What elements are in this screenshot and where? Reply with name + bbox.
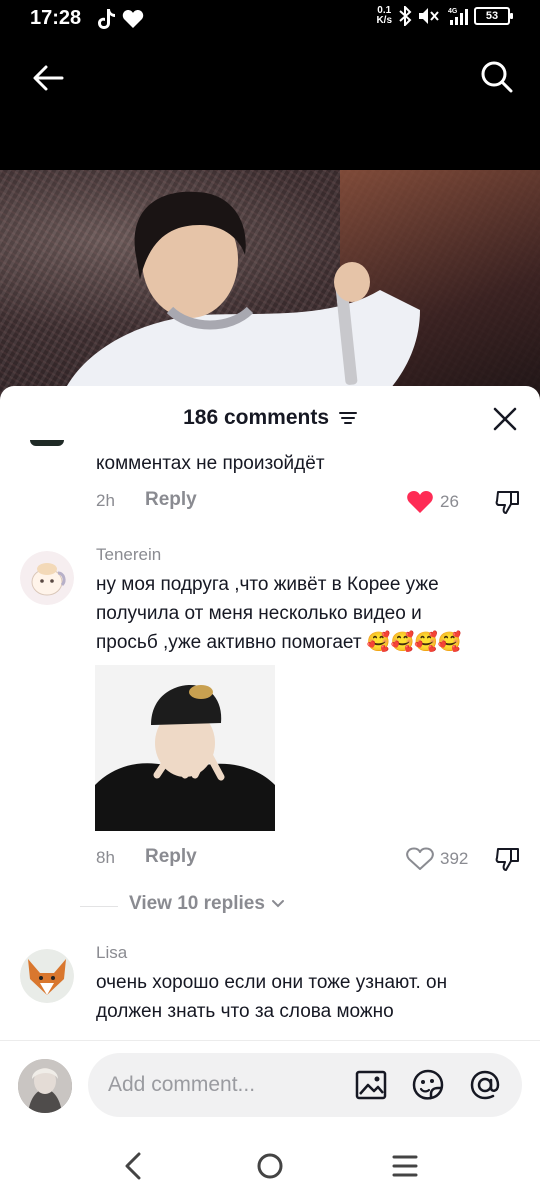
nav-back-icon[interactable] bbox=[116, 1148, 152, 1184]
user-avatar-tenerein[interactable] bbox=[20, 551, 74, 605]
comment-time: 8h bbox=[96, 848, 115, 867]
comments-count: 186 comments bbox=[183, 406, 330, 429]
current-user-avatar[interactable] bbox=[18, 1059, 72, 1113]
dislike-icon[interactable] bbox=[494, 845, 522, 873]
network-speed: 0.1 K/s bbox=[376, 5, 392, 26]
battery-indicator: 53 bbox=[474, 7, 513, 25]
heart-outline-icon bbox=[406, 847, 434, 870]
heart-filled-icon bbox=[407, 491, 433, 513]
comments-title: 186 comments bbox=[0, 406, 540, 430]
sort-filter-icon[interactable] bbox=[338, 410, 357, 426]
comment-text-line: просьб ,уже активно помогает 🥰🥰🥰🥰 bbox=[96, 632, 462, 653]
nav-recents-icon[interactable] bbox=[387, 1148, 423, 1184]
nav-home-icon[interactable] bbox=[252, 1148, 288, 1184]
comment-text-line: получила от меня несколько видео и bbox=[96, 603, 422, 624]
like-button[interactable]: 26 bbox=[406, 490, 459, 514]
image-icon[interactable] bbox=[354, 1068, 388, 1102]
replies-divider bbox=[80, 906, 118, 907]
search-icon[interactable] bbox=[476, 56, 516, 96]
comment-attached-image[interactable] bbox=[95, 665, 275, 831]
comment-text-line: очень хорошо если они тоже узнают. он bbox=[96, 972, 448, 993]
comment-avatar-partial bbox=[30, 440, 64, 446]
comment-input-box[interactable] bbox=[88, 1053, 522, 1117]
status-right-icons: 0.1 K/s 4G 53 bbox=[376, 5, 513, 26]
user-avatar-lisa[interactable] bbox=[20, 949, 74, 1003]
bluetooth-icon bbox=[399, 6, 412, 26]
view-replies-label: View 10 replies bbox=[129, 893, 265, 914]
comment-username[interactable]: Lisa bbox=[96, 943, 127, 963]
reply-button[interactable]: Reply bbox=[145, 489, 197, 511]
heart-status-icon bbox=[122, 10, 144, 28]
comment-username[interactable]: Tenerein bbox=[96, 545, 161, 565]
like-count: 26 bbox=[440, 492, 459, 511]
comment-text-line: ну моя подруга ,что живёт в Корее уже bbox=[96, 574, 439, 595]
status-left-icons bbox=[96, 8, 144, 30]
signal-icon: 4G bbox=[448, 8, 468, 25]
mention-icon[interactable] bbox=[468, 1068, 502, 1102]
like-count: 392 bbox=[440, 849, 469, 868]
reply-button[interactable]: Reply bbox=[145, 846, 197, 868]
performer-image bbox=[60, 191, 420, 400]
system-nav-bar bbox=[0, 1130, 540, 1200]
comment-text: комментах не произойдёт bbox=[96, 453, 325, 474]
comments-list: комментах не произойдёт 2h Reply 26 Tene… bbox=[0, 436, 540, 1036]
dislike-icon[interactable] bbox=[494, 488, 522, 516]
comment-input[interactable] bbox=[108, 1053, 358, 1117]
status-bar: 17:28 0.1 K/s 4G 53 bbox=[0, 0, 540, 40]
view-replies-button[interactable]: View 10 replies bbox=[129, 893, 285, 915]
svg-text:4G: 4G bbox=[448, 8, 458, 15]
tiktok-icon bbox=[98, 9, 115, 29]
like-button[interactable]: 392 bbox=[406, 847, 468, 871]
comment-input-bar bbox=[0, 1040, 540, 1130]
close-icon[interactable] bbox=[492, 406, 518, 432]
chevron-down-icon bbox=[271, 900, 284, 908]
comment-time: 2h bbox=[96, 491, 115, 510]
emoji-icon[interactable] bbox=[411, 1068, 445, 1102]
top-nav bbox=[0, 40, 540, 170]
mute-icon bbox=[419, 8, 439, 24]
comment-text-line: должен знать что за слова можно bbox=[96, 1001, 394, 1022]
status-time: 17:28 bbox=[30, 7, 82, 29]
back-arrow-icon[interactable] bbox=[28, 58, 68, 98]
video-preview[interactable] bbox=[0, 170, 540, 400]
